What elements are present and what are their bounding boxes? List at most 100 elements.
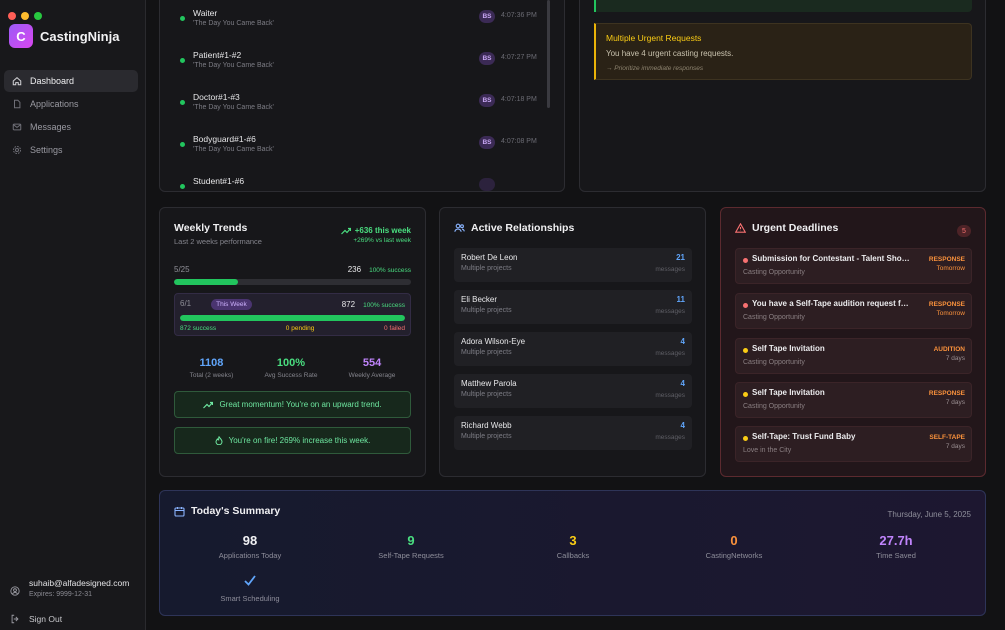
- recent-applications-list: Waiter 'The Day You Came Back' BS 4:07:3…: [159, 0, 565, 192]
- message-count: 4: [680, 379, 685, 388]
- trend-change-pct: +269% vs last week: [353, 237, 411, 244]
- deadline-when: 7 days: [945, 399, 965, 406]
- minimize-window-button[interactable]: [21, 12, 29, 20]
- sign-out-label: Sign Out: [29, 614, 63, 624]
- home-icon: [12, 76, 22, 86]
- close-window-button[interactable]: [8, 12, 16, 20]
- stat-label: Time Saved: [876, 551, 916, 560]
- deadline-when: Tomorrow: [936, 265, 965, 272]
- deadline-type: RESPONSE: [928, 390, 965, 397]
- application-time: 4:07:36 PM: [501, 12, 537, 19]
- status-dot: [180, 16, 185, 21]
- card-title: Active Relationships: [471, 222, 575, 234]
- list-item[interactable]: Bodyguard#1-#6 'The Day You Came Back' B…: [178, 131, 544, 165]
- success-count: 872 success: [180, 325, 217, 332]
- stat-casting-networks: 0 CastingNetworks: [679, 533, 789, 560]
- todays-summary-card: Today's Summary Thursday, June 5, 2025 9…: [159, 490, 986, 616]
- warning-icon: [735, 223, 746, 233]
- deadline-type: RESPONSE: [928, 301, 965, 308]
- list-item[interactable]: Student#1-#6: [178, 173, 544, 191]
- message-unit: messages: [655, 350, 685, 357]
- deadline-type: RESPONSE: [928, 256, 965, 263]
- deadline-title: You have a Self-Tape audition request fo…: [752, 299, 912, 308]
- user-icon: [10, 586, 20, 596]
- stat-label: Callbacks: [556, 551, 590, 560]
- application-project: 'The Day You Came Back': [193, 146, 274, 153]
- week-success: 100% success: [363, 302, 405, 309]
- stat-applications-today: 98 Applications Today: [195, 533, 305, 560]
- application-time: 4:07:18 PM: [501, 96, 537, 103]
- urgent-requests-alert[interactable]: Multiple Urgent Requests You have 4 urge…: [594, 23, 972, 80]
- success-alert: [594, 0, 972, 12]
- contact-name: Eli Becker: [461, 295, 498, 304]
- message-unit: messages: [655, 266, 685, 273]
- message-count: 11: [676, 295, 685, 304]
- list-item[interactable]: Self-Tape: Trust Fund Baby Love in the C…: [735, 426, 972, 462]
- trend-change-value: +636 this week: [354, 226, 411, 235]
- stat-value: 3: [569, 533, 577, 548]
- stat-value: 98: [242, 533, 258, 548]
- week-label: 5/25: [174, 265, 190, 274]
- list-item[interactable]: Adora Wilson-Eye Multiple projects 4 mes…: [454, 332, 692, 366]
- message-count: 21: [676, 253, 685, 262]
- list-item[interactable]: Eli Becker Multiple projects 11 messages: [454, 290, 692, 324]
- brand-logo: C: [9, 24, 33, 48]
- logout-icon: [11, 614, 19, 624]
- user-email: suhaib@alfadesigned.com: [29, 578, 130, 588]
- list-item[interactable]: Self Tape Invitation Casting Opportunity…: [735, 382, 972, 418]
- brand[interactable]: C CastingNinja: [9, 24, 119, 48]
- list-item[interactable]: Submission for Contestant - Talent Show …: [735, 248, 972, 284]
- list-item[interactable]: Self Tape Invitation Casting Opportunity…: [735, 338, 972, 374]
- list-item[interactable]: Robert De Leon Multiple projects 21 mess…: [454, 248, 692, 282]
- message-count: 4: [680, 421, 685, 430]
- deadline-when: Tomorrow: [936, 310, 965, 317]
- deadline-title: Submission for Contestant - Talent Show …: [752, 254, 912, 263]
- stat-self-tape-requests: 9 Self-Tape Requests: [356, 533, 466, 560]
- stat-smart-scheduling: Smart Scheduling: [195, 573, 305, 603]
- sidebar-item-label: Messages: [30, 122, 72, 132]
- application-role: Waiter: [193, 8, 218, 18]
- status-dot: [180, 58, 185, 63]
- week-success: 100% success: [369, 267, 411, 274]
- momentum-message: Great momentum! You're on an upward tren…: [174, 391, 411, 418]
- users-icon: [454, 223, 465, 232]
- week-row-current: 6/1 This Week 872 100% success 872 success…: [174, 293, 411, 336]
- stat-label: CastingNetworks: [705, 551, 763, 560]
- urgent-deadlines-card: Urgent Deadlines 5 Submission for Contes…: [720, 207, 986, 477]
- avatar: BS: [479, 10, 495, 23]
- zoom-window-button[interactable]: [34, 12, 42, 20]
- list-item[interactable]: You have a Self-Tape audition request fo…: [735, 293, 972, 329]
- message-unit: messages: [655, 434, 685, 441]
- window-controls: [8, 12, 42, 20]
- contact-name: Robert De Leon: [461, 253, 518, 262]
- deadline-when: 7 days: [945, 355, 965, 362]
- list-item[interactable]: Waiter 'The Day You Came Back' BS 4:07:3…: [178, 5, 544, 39]
- stat-success-rate: 100% Avg Success Rate: [264, 357, 317, 379]
- message-count: 4: [680, 337, 685, 346]
- sidebar-item-messages[interactable]: Messages: [4, 116, 138, 138]
- list-item[interactable]: Richard Webb Multiple projects 4 message…: [454, 416, 692, 450]
- list-item[interactable]: Doctor#1-#3 'The Day You Came Back' BS 4…: [178, 89, 544, 123]
- stat-label: Avg Success Rate: [264, 372, 318, 379]
- avatar: BS: [479, 136, 495, 149]
- sidebar-item-applications[interactable]: Applications: [4, 93, 138, 115]
- list-item[interactable]: Patient#1-#2 'The Day You Came Back' BS …: [178, 47, 544, 81]
- deadline-sub: Casting Opportunity: [743, 269, 805, 276]
- contact-name: Adora Wilson-Eye: [461, 337, 526, 346]
- avatar: [479, 178, 495, 191]
- application-role: Doctor#1-#3: [193, 92, 240, 102]
- sidebar-item-settings[interactable]: Settings: [4, 139, 138, 161]
- stat-label: Applications Today: [218, 551, 282, 560]
- stat-label: Weekly Average: [348, 372, 396, 379]
- list-scrollbar[interactable]: [547, 0, 550, 108]
- sign-out-button[interactable]: Sign Out: [10, 614, 62, 624]
- deadline-title: Self Tape Invitation: [752, 388, 825, 397]
- week-count: 872: [341, 300, 356, 309]
- deadline-sub: Casting Opportunity: [743, 359, 805, 366]
- sidebar-item-dashboard[interactable]: Dashboard: [4, 70, 138, 92]
- user-account[interactable]: suhaib@alfadesigned.com Expires: 9999-12…: [10, 578, 129, 598]
- application-role: Bodyguard#1-#6: [193, 134, 256, 144]
- application-time: 4:07:08 PM: [501, 138, 537, 145]
- deadline-type: SELF-TAPE: [929, 434, 965, 441]
- list-item[interactable]: Matthew Parola Multiple projects 4 messa…: [454, 374, 692, 408]
